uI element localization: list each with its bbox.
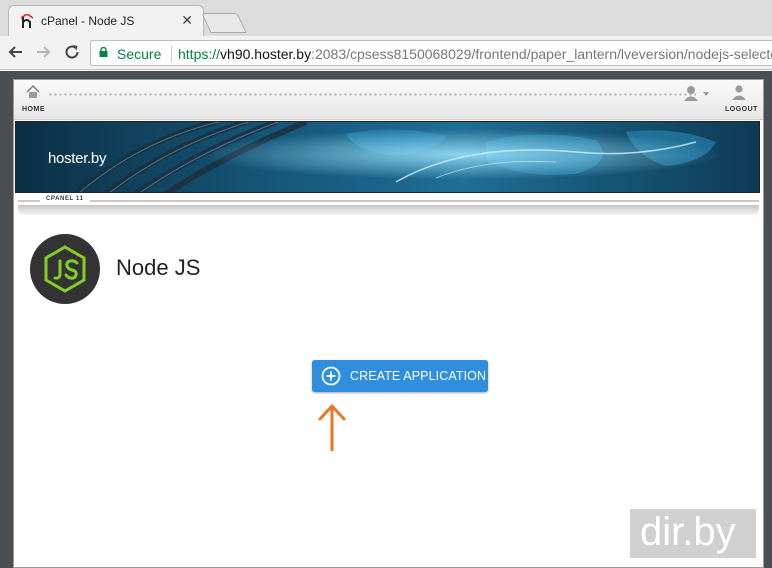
- cpanel-version-label: CPANEL 11: [40, 196, 90, 202]
- hoster-logo: hoster.by: [48, 150, 107, 167]
- dotted-divider: [48, 92, 696, 97]
- browser-toolbar: Secure https://vh90.hoster.by:2083/cpses…: [0, 36, 772, 70]
- url-scheme: https://: [178, 46, 221, 62]
- create-application-label: CREATE APPLICATION: [350, 369, 487, 383]
- back-arrow-icon: [8, 46, 22, 58]
- url-host: vh90.hoster.by: [220, 46, 312, 62]
- tab-title: cPanel - Node JS: [41, 14, 135, 28]
- tab-close-icon[interactable]: ✕: [181, 12, 193, 28]
- url-path: :2083/cpsess8150068029/frontend/paper_la…: [311, 46, 772, 62]
- nodejs-logo-icon: [44, 245, 86, 293]
- version-bar-line: [18, 200, 759, 202]
- url-text: https://vh90.hoster.by:2083/cpsess815006…: [178, 46, 772, 62]
- new-tab-button[interactable]: [201, 13, 247, 33]
- forward-button[interactable]: [33, 42, 53, 62]
- cpanel-favicon-icon: [21, 14, 33, 28]
- cpanel-page: HOME LOGOUT hoster.by CPANEL 11 Node JS …: [13, 79, 764, 568]
- page-title: Node JS: [116, 255, 201, 280]
- forward-arrow-icon: [37, 46, 51, 58]
- back-button[interactable]: [6, 42, 26, 62]
- hoster-banner: hoster.by: [15, 121, 760, 193]
- watermark-text: dir.by: [640, 510, 736, 554]
- nodejs-logo: [30, 234, 100, 304]
- logout-link[interactable]: LOGOUT: [725, 106, 758, 113]
- home-icon[interactable]: [26, 85, 40, 99]
- security-label: Secure: [117, 46, 162, 62]
- address-divider: [171, 46, 172, 62]
- reload-icon: [65, 45, 79, 59]
- banner-world-map-image: [16, 122, 759, 192]
- up-arrow-icon: [318, 404, 346, 451]
- browser-tab[interactable]: cPanel - Node JS ✕: [8, 5, 204, 36]
- lock-icon: [99, 47, 108, 57]
- plus-circle-icon: [321, 366, 341, 386]
- home-link[interactable]: HOME: [22, 106, 45, 113]
- watermark: dir.by: [630, 509, 756, 558]
- reload-button[interactable]: [62, 42, 82, 62]
- cpanel-version-bar: CPANEL 11: [18, 196, 759, 218]
- browser-tab-strip: cPanel - Node JS ✕: [0, 0, 772, 36]
- cpanel-topbar: HOME LOGOUT: [14, 80, 763, 120]
- address-bar[interactable]: Secure https://vh90.hoster.by:2083/cpses…: [90, 40, 772, 66]
- create-application-button[interactable]: CREATE APPLICATION: [312, 360, 488, 392]
- version-bar-shadow: [18, 205, 759, 215]
- user-icon[interactable]: [684, 85, 710, 101]
- page-background: HOME LOGOUT hoster.by CPANEL 11 Node JS …: [0, 71, 772, 568]
- logout-icon[interactable]: [732, 84, 746, 100]
